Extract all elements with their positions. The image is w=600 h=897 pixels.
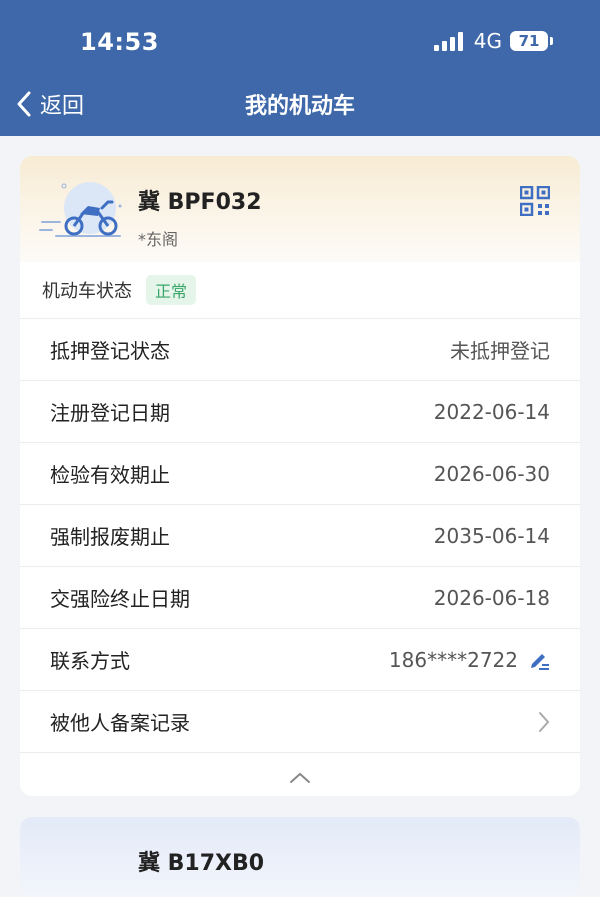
signal-icon <box>433 31 466 51</box>
filing-label: 被他人备案记录 <box>50 711 190 735</box>
contact-value: 186****2722 <box>388 647 518 672</box>
status-indicators: 4G 71 <box>433 28 553 54</box>
status-time: 14:53 <box>80 28 159 56</box>
vehicle-card-header: 冀 BPF032 *东阁 <box>20 156 580 262</box>
plate-number: 冀 BPF032 <box>138 190 262 215</box>
top-bar: 14:53 4G 71 返回 我的机动车 <box>0 0 600 136</box>
collapse-button[interactable] <box>20 753 580 796</box>
battery-icon: 71 <box>510 31 553 51</box>
network-type: 4G <box>473 29 502 53</box>
detail-label: 强制报废期止 <box>50 525 170 549</box>
qr-code-icon[interactable] <box>520 186 550 216</box>
page-title: 我的机动车 <box>244 94 355 119</box>
detail-value: 2035-06-14 <box>433 523 550 548</box>
detail-row-mortgage: 抵押登记状态 未抵押登记 <box>20 319 580 381</box>
detail-value: 未抵押登记 <box>450 339 550 363</box>
detail-row-filing-records[interactable]: 被他人备案记录 <box>20 691 580 753</box>
vehicle-status-label: 机动车状态 <box>42 281 132 302</box>
detail-value: 2022-06-14 <box>433 399 550 424</box>
detail-row-inspection-expiry: 检验有效期止 2026-06-30 <box>20 443 580 505</box>
detail-value: 2026-06-30 <box>433 461 550 486</box>
detail-row-contact[interactable]: 联系方式 186****2722 <box>20 629 580 691</box>
owner-name: *东阁 <box>138 230 179 249</box>
motorcycle-icon <box>39 182 122 237</box>
detail-label: 检验有效期止 <box>50 463 170 487</box>
detail-label: 注册登记日期 <box>50 401 170 425</box>
vehicle-card: 冀 BPF032 *东阁 机动车状态 正常 抵押登记状态 未抵押登记 注册登记日… <box>20 156 580 796</box>
plate-number: 冀 B17XB0 <box>138 851 265 876</box>
detail-value: 2026-06-18 <box>433 585 550 610</box>
detail-label: 交强险终止日期 <box>50 587 190 611</box>
battery-level: 71 <box>518 32 540 50</box>
status-badge: 正常 <box>146 275 197 305</box>
chevron-up-icon <box>290 772 310 783</box>
vehicle-card-2[interactable]: 冀 B17XB0 <box>20 817 580 897</box>
vehicle-status-row: 机动车状态 正常 <box>20 262 580 319</box>
chevron-right-icon <box>539 711 550 732</box>
detail-row-insurance-expiry: 交强险终止日期 2026-06-18 <box>20 567 580 629</box>
edit-icon[interactable] <box>528 649 550 671</box>
detail-label: 抵押登记状态 <box>50 339 170 363</box>
detail-row-scrap-date: 强制报废期止 2035-06-14 <box>20 505 580 567</box>
contact-value-wrap: 186****2722 <box>389 648 550 672</box>
contact-label: 联系方式 <box>50 649 130 673</box>
detail-row-registration-date: 注册登记日期 2022-06-14 <box>20 381 580 443</box>
